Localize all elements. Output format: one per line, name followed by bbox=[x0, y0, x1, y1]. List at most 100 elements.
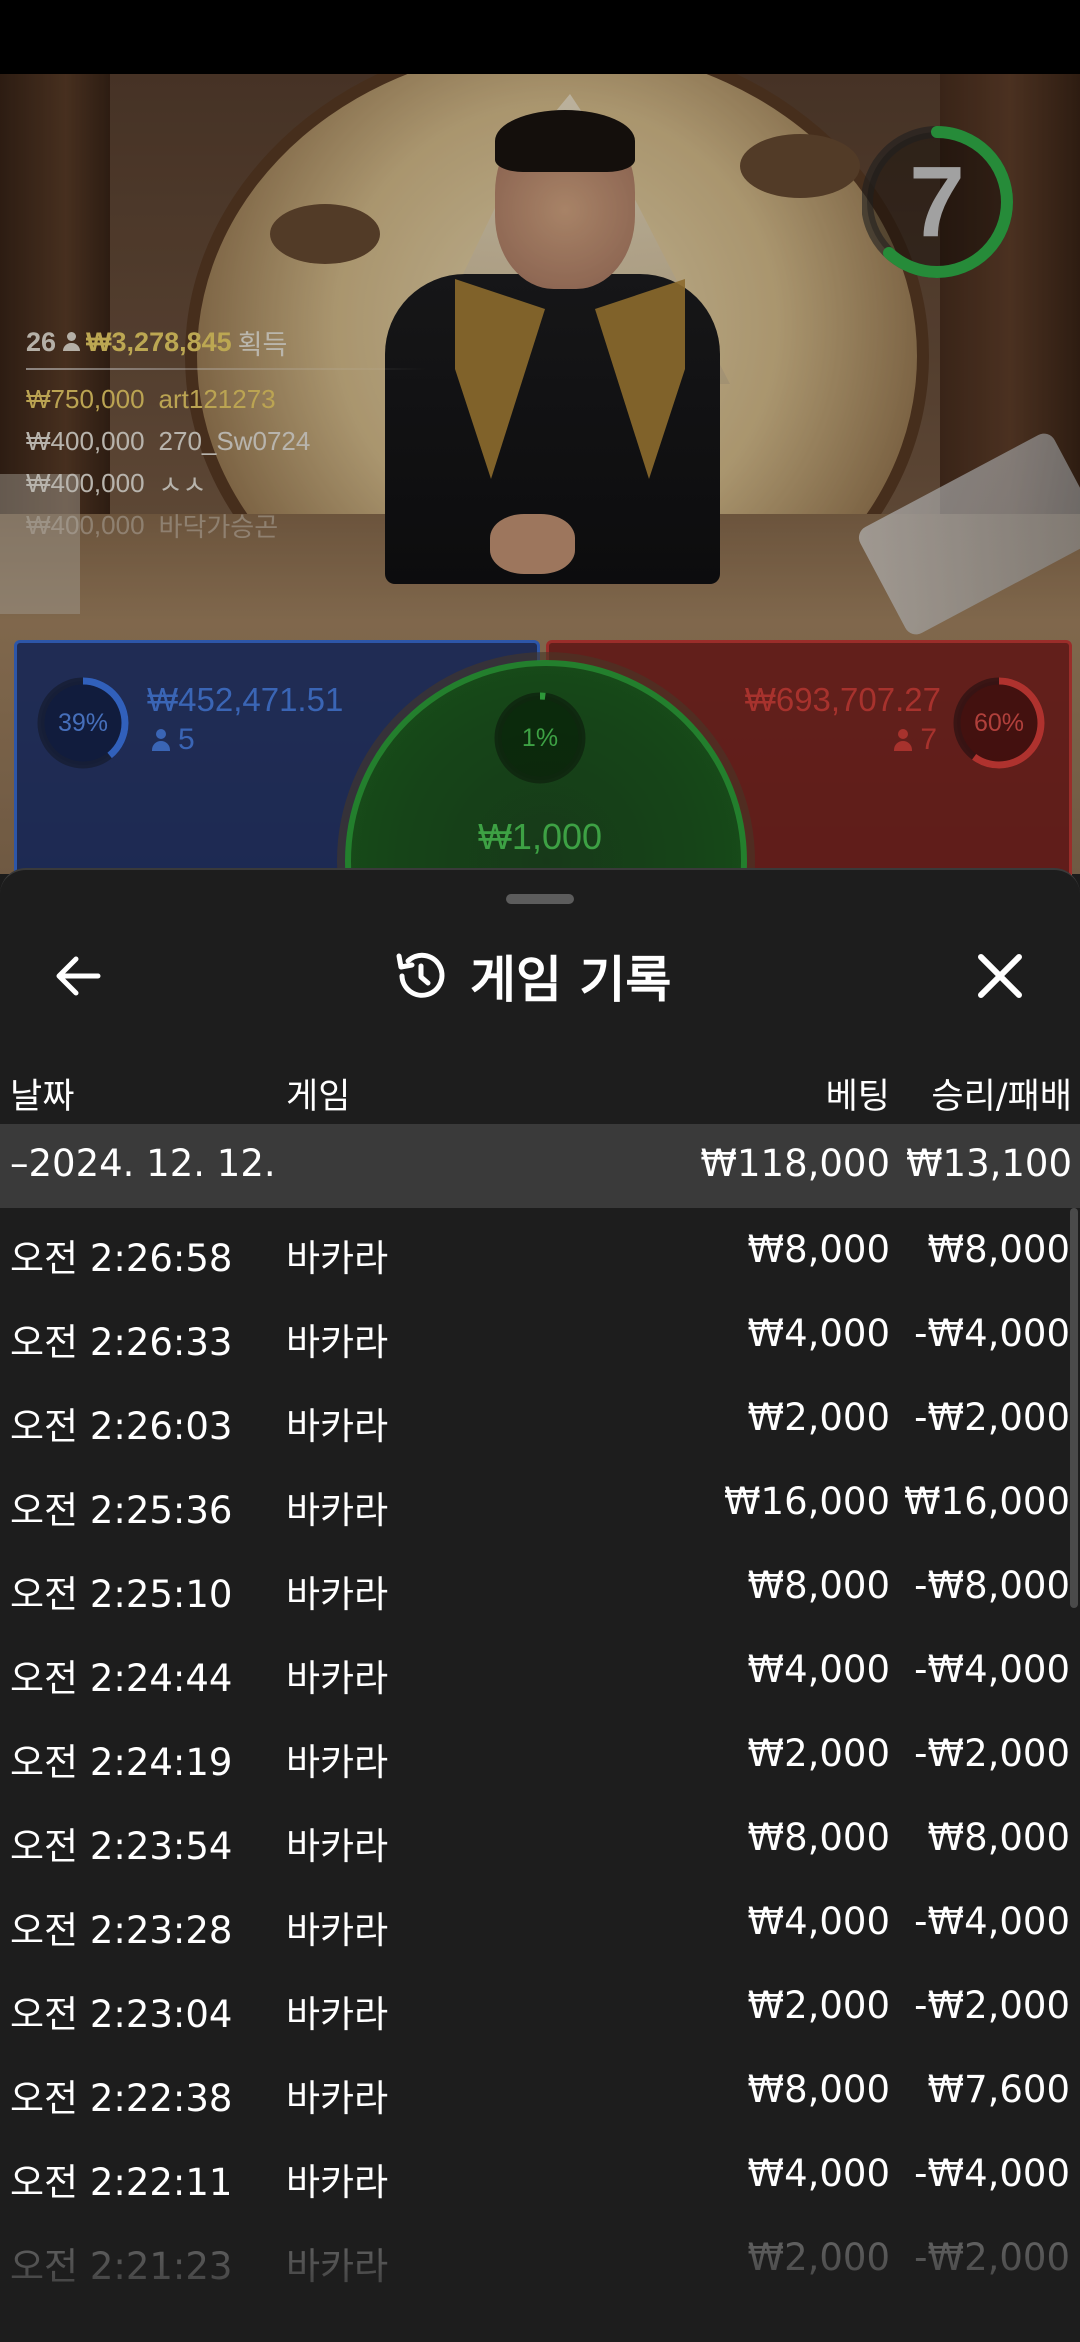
row-bet: ₩16,000 bbox=[723, 1480, 890, 1523]
winners-total: ₩3,278,845 bbox=[86, 326, 232, 357]
row-bet: ₩2,000 bbox=[747, 2236, 890, 2279]
player-percent: 39% bbox=[57, 709, 109, 737]
table-row[interactable]: 오전 2:23:54 바카라 ₩8,000 ₩8,000 bbox=[0, 1796, 1080, 1880]
table-row[interactable]: 오전 2:24:19 바카라 ₩2,000 -₩2,000 bbox=[0, 1712, 1080, 1796]
row-result: -₩4,000 bbox=[914, 1900, 1070, 1943]
scrollbar[interactable] bbox=[1070, 1208, 1078, 1608]
row-result: -₩4,000 bbox=[914, 1312, 1070, 1355]
banker-percent: 60% bbox=[973, 709, 1025, 737]
row-game: 바카라 bbox=[286, 1657, 389, 1700]
game-history-sheet: 게임 기록 날짜 게임 베팅 승리/패배 –2024. 12. 12. ₩118… bbox=[0, 868, 1080, 2342]
row-game: 바카라 bbox=[286, 1741, 389, 1784]
row-game: 바카라 bbox=[286, 1489, 389, 1532]
player-percent-ring: 39% bbox=[33, 673, 133, 773]
winner-amount: ₩400,000 bbox=[26, 467, 145, 498]
row-result: ₩8,000 bbox=[927, 1816, 1070, 1859]
day-result-total: ₩13,100 bbox=[905, 1142, 1072, 1185]
day-summary-row[interactable]: –2024. 12. 12. ₩118,000 ₩13,100 bbox=[0, 1124, 1080, 1208]
table-row[interactable]: 오전 2:25:10 바카라 ₩8,000 -₩8,000 bbox=[0, 1544, 1080, 1628]
row-result: ₩8,000 bbox=[927, 1228, 1070, 1271]
backdrop-cloud bbox=[740, 134, 860, 198]
row-game: 바카라 bbox=[286, 1993, 389, 2036]
row-game: 바카라 bbox=[286, 1909, 389, 1952]
table-row[interactable]: 오전 2:26:58 바카라 ₩8,000 ₩8,000 bbox=[0, 1208, 1080, 1292]
banker-count: 7 bbox=[894, 723, 937, 757]
row-time: 오전 2:24:44 bbox=[10, 1657, 233, 1700]
winners-count: 26 bbox=[26, 326, 57, 357]
banker-count-value: 7 bbox=[920, 723, 937, 756]
row-bet: ₩4,000 bbox=[747, 1648, 890, 1691]
winners-overlay: 26 ₩3,278,845 획득 ₩750,000 art121273 ₩400… bbox=[26, 320, 446, 546]
row-result: -₩8,000 bbox=[914, 1564, 1070, 1607]
dealer-hair bbox=[495, 110, 635, 172]
dealer-hand bbox=[490, 514, 575, 574]
row-result: -₩2,000 bbox=[914, 2236, 1070, 2279]
status-bar bbox=[0, 0, 1080, 74]
row-result: -₩4,000 bbox=[914, 2152, 1070, 2195]
column-bet: 베팅 bbox=[825, 1077, 890, 1117]
row-time: 오전 2:23:54 bbox=[10, 1825, 233, 1868]
table-row[interactable]: 오전 2:22:11 바카라 ₩4,000 -₩4,000 bbox=[0, 2132, 1080, 2216]
row-game: 바카라 bbox=[286, 2077, 389, 2120]
table-row[interactable]: 오전 2:23:28 바카라 ₩4,000 -₩4,000 bbox=[0, 1880, 1080, 1964]
close-button[interactable] bbox=[960, 936, 1040, 1016]
winner-name: ㅅㅅ bbox=[158, 469, 207, 500]
winners-summary: 26 ₩3,278,845 획득 bbox=[26, 320, 446, 364]
table-row[interactable]: 오전 2:23:04 바카라 ₩2,000 -₩2,000 bbox=[0, 1964, 1080, 2048]
row-time: 오전 2:22:11 bbox=[10, 2161, 233, 2204]
row-game: 바카라 bbox=[286, 2161, 389, 2204]
winner-amount: ₩400,000 bbox=[26, 509, 145, 540]
row-result: ₩16,000 bbox=[903, 1480, 1070, 1523]
column-result: 승리/패배 bbox=[931, 1077, 1072, 1117]
table-row[interactable]: 오전 2:24:44 바카라 ₩4,000 -₩4,000 bbox=[0, 1628, 1080, 1712]
row-game: 바카라 bbox=[286, 1573, 389, 1616]
table-row[interactable]: 오전 2:21:23 바카라 ₩2,000 -₩2,000 bbox=[0, 2216, 1080, 2300]
row-result: -₩2,000 bbox=[914, 1984, 1070, 2027]
table-row[interactable]: 오전 2:26:03 바카라 ₩2,000 -₩2,000 bbox=[0, 1376, 1080, 1460]
row-bet: ₩8,000 bbox=[747, 1228, 890, 1271]
winner-name: 바닥가승곤 bbox=[158, 511, 279, 542]
row-bet: ₩2,000 bbox=[747, 1732, 890, 1775]
row-result: ₩7,600 bbox=[927, 2068, 1070, 2111]
close-icon bbox=[978, 954, 1022, 998]
row-bet: ₩8,000 bbox=[747, 1816, 890, 1859]
row-game: 바카라 bbox=[286, 1237, 389, 1280]
row-bet: ₩2,000 bbox=[747, 1396, 890, 1439]
day-bet-total: ₩118,000 bbox=[700, 1142, 890, 1185]
table-row[interactable]: 오전 2:26:33 바카라 ₩4,000 -₩4,000 bbox=[0, 1292, 1080, 1376]
day-label: –2024. 12. 12. bbox=[10, 1142, 276, 1185]
row-time: 오전 2:25:36 bbox=[10, 1489, 233, 1532]
row-time: 오전 2:21:23 bbox=[10, 2245, 233, 2288]
row-time: 오전 2:25:10 bbox=[10, 1573, 233, 1616]
row-result: -₩2,000 bbox=[914, 1732, 1070, 1775]
player-amount: ₩452,471.51 bbox=[147, 681, 344, 718]
table-row[interactable]: 오전 2:22:38 바카라 ₩8,000 ₩7,600 bbox=[0, 2048, 1080, 2132]
row-result: -₩4,000 bbox=[914, 1648, 1070, 1691]
timer-value: 7 bbox=[909, 146, 965, 258]
backdrop-cloud bbox=[270, 204, 380, 264]
winner-amount: ₩750,000 bbox=[26, 383, 145, 414]
row-bet: ₩8,000 bbox=[747, 2068, 890, 2111]
countdown-timer: 7 bbox=[861, 112, 1042, 292]
back-button[interactable] bbox=[40, 936, 120, 1016]
row-time: 오전 2:26:33 bbox=[10, 1321, 233, 1364]
sheet-drag-handle[interactable] bbox=[506, 894, 574, 904]
row-time: 오전 2:24:19 bbox=[10, 1741, 233, 1784]
row-game: 바카라 bbox=[286, 1405, 389, 1448]
row-time: 오전 2:23:28 bbox=[10, 1909, 233, 1952]
table-row[interactable]: 오전 2:25:36 바카라 ₩16,000 ₩16,000 bbox=[0, 1460, 1080, 1544]
row-bet: ₩2,000 bbox=[747, 1984, 890, 2027]
arrow-left-icon bbox=[56, 956, 101, 996]
winner-name: 270_Sw0724 bbox=[158, 425, 311, 456]
winners-suffix: 획득 bbox=[237, 329, 288, 360]
column-date: 날짜 bbox=[10, 1077, 75, 1117]
row-time: 오전 2:22:38 bbox=[10, 2077, 233, 2120]
sheet-title: 게임 기록 bbox=[470, 951, 672, 1009]
person-icon bbox=[894, 729, 913, 751]
banker-percent-ring: 60% bbox=[949, 673, 1049, 773]
row-time: 오전 2:26:03 bbox=[10, 1405, 233, 1448]
winner-amount: ₩400,000 bbox=[26, 425, 145, 456]
table-header: 날짜 게임 베팅 승리/패배 bbox=[0, 1054, 1080, 1126]
history-clock-icon bbox=[396, 952, 445, 998]
row-result: -₩2,000 bbox=[914, 1396, 1070, 1439]
